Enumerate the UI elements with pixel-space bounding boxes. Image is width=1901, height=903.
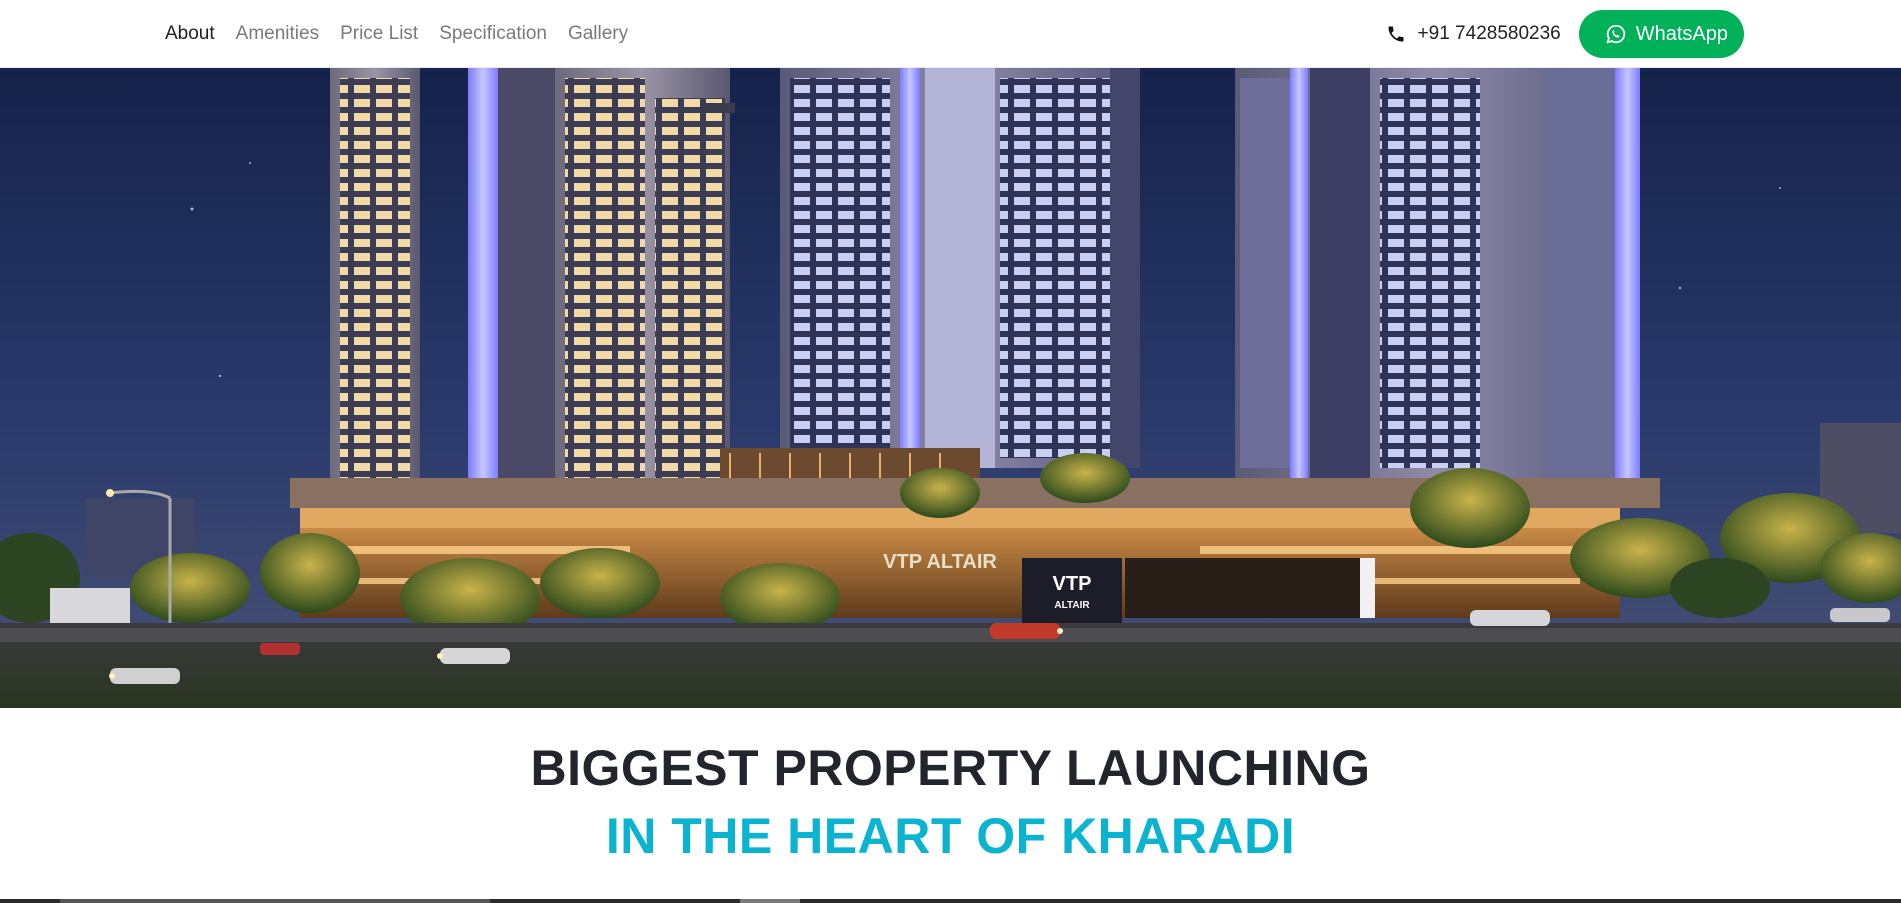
nav-link-specification[interactable]: Specification <box>439 23 547 45</box>
nav-link-amenities[interactable]: Amenities <box>236 23 319 45</box>
entry-sign-vtp: VTP <box>1053 573 1092 595</box>
nav-menu: About Amenities Price List Specification… <box>165 0 628 68</box>
page-bottom-edge <box>0 899 1901 903</box>
whatsapp-icon <box>1605 23 1627 45</box>
top-navbar: About Amenities Price List Specification… <box>0 0 1901 68</box>
whatsapp-button[interactable]: WhatsApp <box>1578 10 1744 58</box>
headline-section: BIGGEST PROPERTY LAUNCHING IN THE HEART … <box>0 708 1901 900</box>
podium-sign-text: VTP ALTAIR <box>883 551 997 573</box>
headline-line-2: IN THE HEART OF KHARADI <box>605 808 1296 864</box>
phone-icon <box>1386 24 1406 44</box>
hero-building-image: VTP ALTAIR VTP ALTAIR <box>0 68 1901 708</box>
bottom-edge-segment <box>60 899 490 903</box>
nav-link-gallery[interactable]: Gallery <box>568 23 628 45</box>
nav-link-about[interactable]: About <box>165 23 215 45</box>
whatsapp-label: WhatsApp <box>1635 22 1728 45</box>
nav-link-price-list[interactable]: Price List <box>340 23 418 45</box>
phone-link[interactable]: +91 7428580236 <box>1386 23 1561 45</box>
headline-line-1: BIGGEST PROPERTY LAUNCHING <box>530 740 1371 796</box>
landing-page: About Amenities Price List Specification… <box>0 0 1901 903</box>
phone-number: +91 7428580236 <box>1417 23 1561 44</box>
entry-sign-altair: ALTAIR <box>1054 600 1090 611</box>
bottom-edge-segment <box>740 899 800 903</box>
contact-area: +91 7428580236 WhatsApp <box>1386 0 1744 68</box>
